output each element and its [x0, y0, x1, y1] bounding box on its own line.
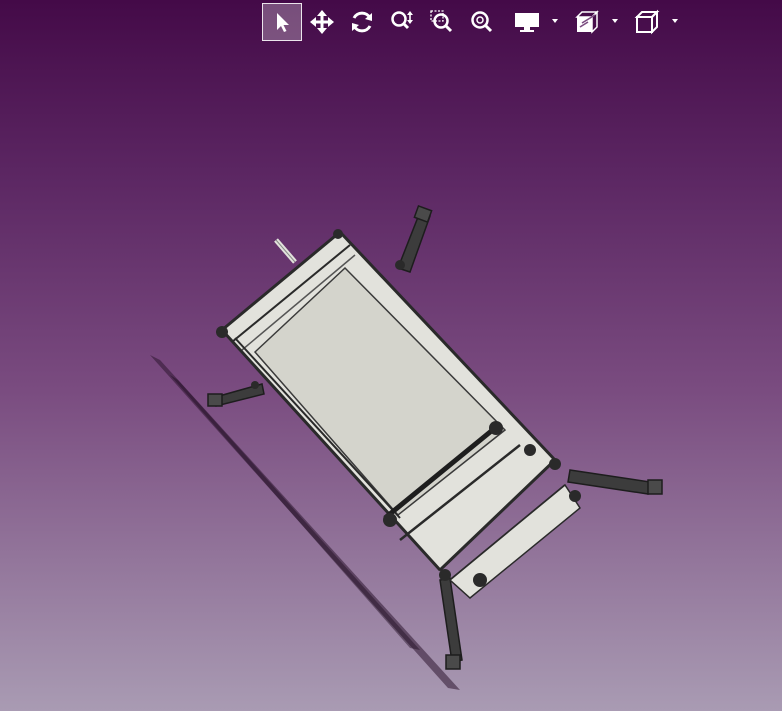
frame-body [220, 230, 581, 599]
3d-viewport[interactable] [0, 0, 782, 711]
cad-model-view[interactable] [0, 0, 782, 711]
